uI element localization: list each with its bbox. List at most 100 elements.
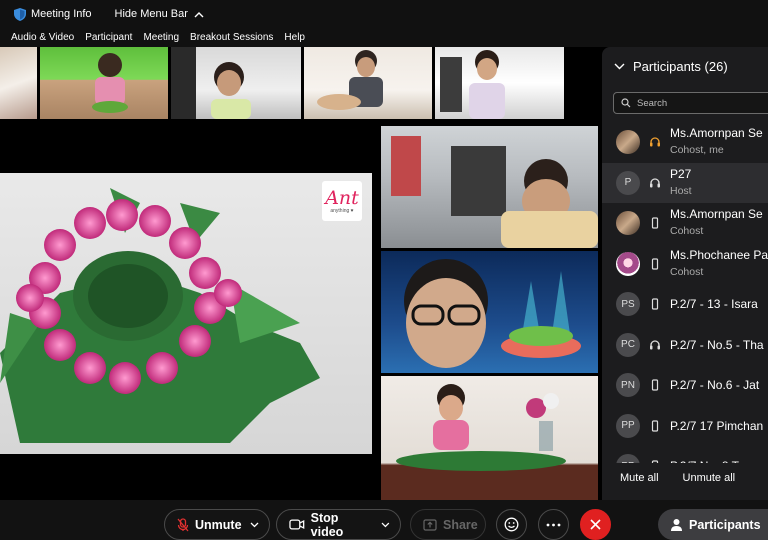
video-thumbnail[interactable] [0,47,37,119]
phone-icon [651,298,659,310]
avatar: P [616,170,640,195]
participants-panel: Participants (26) Search Ms.Amornpan Se … [602,47,768,500]
unmute-button[interactable]: Unmute [164,509,270,540]
meeting-controls: Unmute Stop video Share Participants [0,500,768,540]
participant-name: Ms.Amornpan Se [670,126,763,140]
video-thumbnail[interactable] [304,47,432,119]
muted-mic-icon [177,517,189,531]
child-figure [171,47,251,119]
participant-name: P.2/7 17 Pimchan [670,418,764,433]
participant-row[interactable]: Ms.Amornpan Se Cohost [602,203,768,244]
child-figure [391,136,598,248]
more-options-button[interactable] [538,509,569,540]
participants-header[interactable]: Participants (26) [614,59,728,74]
child-figure [396,384,566,471]
video-area: Ant anything ♥ [0,47,602,500]
participant-name: Ms.Amornpan Se [670,207,763,221]
participant-row[interactable]: PN P.2/7 - No.6 - Jat [602,365,768,406]
chevron-up-icon [194,11,204,17]
participant-row[interactable]: PS P.2/7 - 13 - Isara [602,284,768,325]
phone-icon [651,217,659,229]
smiley-icon [504,517,519,532]
participant-search-input[interactable]: Search [613,92,768,114]
hide-menu-bar-button[interactable]: Hide Menu Bar [115,8,204,20]
child-figure [404,259,581,368]
menu-help[interactable]: Help [284,32,305,43]
video-tile[interactable] [381,251,598,373]
close-icon [590,519,601,530]
end-meeting-button[interactable] [580,509,611,540]
search-icon [621,98,631,108]
participant-name: P27 [670,166,692,181]
avatar [616,130,640,155]
more-icon [546,523,561,526]
avatar: PP [616,413,640,438]
avatar: PC [616,332,640,357]
headset-icon [650,137,660,147]
menu-participant[interactable]: Participant [85,32,132,43]
participant-row[interactable]: P P27 Host [602,162,768,203]
reactions-button[interactable] [496,509,527,540]
menu-audio-video[interactable]: Audio & Video [11,32,74,43]
participant-role: Host [670,184,692,197]
participants-button-label: Participants [689,517,761,532]
phone-icon [651,258,659,270]
menu-meeting[interactable]: Meeting [143,32,179,43]
avatar: PS [616,292,640,317]
participants-title: Participants (26) [633,59,728,74]
child-figure [92,53,128,113]
participant-name: P.2/7 - No.5 - Tha [670,337,764,352]
meeting-info-button[interactable]: Meeting Info [14,7,92,21]
person-icon [671,518,682,531]
participant-role: Cohost [670,265,704,278]
logo-main-text: Ant [325,186,359,209]
video-tile[interactable] [381,126,598,248]
child-figure [440,50,505,119]
ant-anything-logo: Ant anything ♥ [322,181,362,221]
unmute-label: Unmute [195,517,242,532]
video-thumbnail[interactable] [435,47,564,119]
logo-sub-text: anything ♥ [330,207,354,214]
child-figure [317,50,383,110]
hide-menu-label: Hide Menu Bar [114,8,188,20]
avatar [616,251,640,276]
headset-icon [650,178,660,188]
video-thumbnail[interactable] [40,47,168,119]
video-thumbnail[interactable] [171,47,301,119]
stop-video-button[interactable]: Stop video [276,509,401,540]
share-screen-icon [423,518,437,531]
participant-row[interactable]: Ms.Phochanee Pa Cohost [602,244,768,285]
top-bar: Meeting Info Hide Menu Bar [0,0,768,28]
participant-row[interactable]: PC P.2/7 - No.5 - Tha [602,325,768,366]
share-label: Share [443,517,478,532]
participant-role: Cohost [670,225,704,237]
search-placeholder: Search [637,97,668,109]
unmute-all-button[interactable]: Unmute all [683,472,736,484]
phone-icon [651,379,659,391]
video-camera-icon [289,519,305,530]
participant-name: P.2/7 - 13 - Isara [670,297,758,311]
avatar: PN [616,373,640,398]
menu-breakout-sessions[interactable]: Breakout Sessions [190,32,273,43]
participant-role: Cohost, me [670,144,724,156]
mute-controls: Mute all Unmute all [602,463,768,493]
chevron-down-icon [614,63,625,70]
shield-icon [14,7,26,21]
participant-row[interactable]: Ms.Amornpan Se Cohost, me [602,122,768,163]
participant-name: P.2/7 - No.6 - Jat [670,378,760,392]
share-button[interactable]: Share [410,509,486,540]
mute-all-button[interactable]: Mute all [620,472,659,484]
participant-name: Ms.Phochanee Pa [670,247,768,262]
shared-content-krathong[interactable]: Ant anything ♥ [0,173,372,454]
participants-button[interactable]: Participants [658,509,768,540]
krathong-image [0,188,320,443]
video-tile[interactable] [381,376,598,500]
headset-icon [650,340,660,350]
meeting-info-label: Meeting Info [31,8,92,20]
stop-video-label: Stop video [310,510,344,539]
chevron-down-icon[interactable] [381,522,390,528]
phone-icon [651,420,659,432]
participant-row[interactable]: PP P.2/7 17 Pimchan [602,406,768,447]
chevron-down-icon[interactable] [250,522,259,528]
menu-bar: Audio & Video Participant Meeting Breako… [0,28,768,47]
